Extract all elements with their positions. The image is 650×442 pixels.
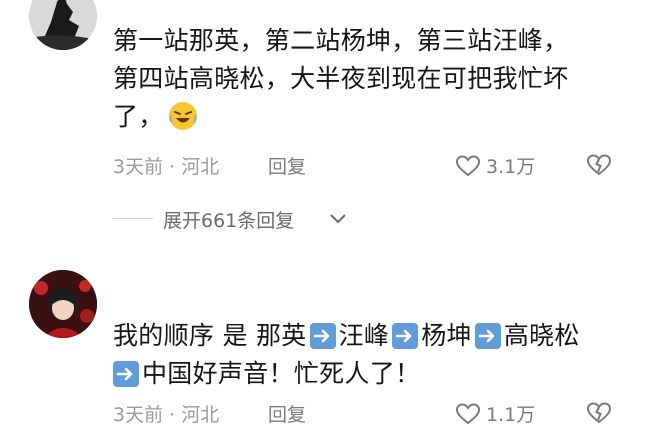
chevron-down-icon (330, 214, 346, 224)
dislike-button[interactable] (586, 401, 612, 429)
wolf-avatar-image (29, 0, 97, 50)
right-arrow-emoji-icon (113, 361, 139, 387)
reply-button[interactable]: 回复 (268, 152, 306, 179)
comment-item: 我的顺序 是 那英 汪峰 杨坤 高晓松 中国好声音！忙死人了！ 3天前 · 河北 回复… (0, 262, 650, 442)
comment-text: 第一站那英，第二站杨坤，第三站汪峰， 第四站高晓松，大半夜到现在可把我忙坏 了， (113, 22, 633, 142)
like-count: 3.1万 (486, 156, 536, 178)
comment-line: 第一站那英，第二站杨坤，第三站汪峰， (113, 26, 569, 55)
comment-item: 第一站那英，第二站杨坤，第三站汪峰， 第四站高晓松，大半夜到现在可把我忙坏 了，… (0, 0, 650, 232)
divider (113, 218, 153, 219)
comment-line: 中国好声音！忙死人了！ (113, 355, 638, 393)
comment-line: 我的顺序 是 那英 汪峰 杨坤 高晓松 (113, 317, 638, 355)
comment-location: 河北 (181, 156, 220, 178)
heart-icon (455, 155, 481, 177)
comment-line-text: 高晓松 (503, 321, 580, 350)
like-count: 1.1万 (486, 404, 536, 426)
character-avatar-image (29, 270, 97, 338)
broken-heart-icon (586, 154, 612, 176)
comment-text: 我的顺序 是 那英 汪峰 杨坤 高晓松 中国好声音！忙死人了！ (113, 317, 638, 393)
laughing-tears-emoji-icon (168, 101, 198, 142)
dislike-button[interactable] (586, 153, 612, 181)
comment-line-text: 我的顺序 是 那英 (113, 321, 307, 350)
right-arrow-emoji-icon (309, 323, 336, 349)
right-arrow-emoji-icon (392, 323, 419, 349)
comment-line: 了， (113, 98, 633, 142)
comment-time-location: 3天前 · 河北 (113, 152, 219, 179)
broken-heart-icon (586, 402, 612, 424)
comment-line-text: 中国好声音！忙死人了！ (142, 359, 421, 388)
comment-time: 3天前 (113, 404, 164, 426)
meta-separator: · (169, 404, 176, 426)
comment-location: 河北 (181, 404, 220, 426)
comment-line-text: 了， (113, 102, 164, 131)
comment-time-location: 3天前 · 河北 (113, 400, 219, 427)
avatar[interactable] (29, 270, 97, 338)
meta-separator: · (169, 156, 176, 178)
reply-button[interactable]: 回复 (268, 400, 306, 427)
comment-time: 3天前 (113, 156, 164, 178)
comment-line: 第四站高晓松，大半夜到现在可把我忙坏 (113, 64, 569, 93)
comment-line-text: 汪峰 (338, 321, 390, 350)
expand-replies-label: 展开661条回复 (163, 210, 295, 232)
avatar[interactable] (29, 0, 97, 50)
heart-icon (455, 403, 481, 425)
comment-line-text: 杨坤 (421, 321, 472, 350)
right-arrow-emoji-icon (474, 323, 501, 349)
